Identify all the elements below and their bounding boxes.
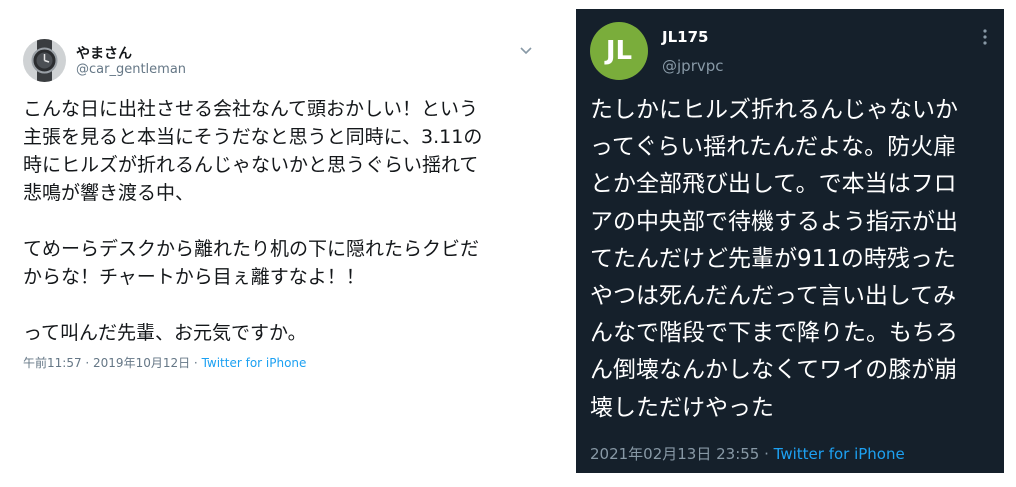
- timestamp[interactable]: 2021年02月13日 23:55 ·: [590, 445, 774, 463]
- avatar-initials: JL: [605, 36, 633, 66]
- tweet-text-line: アの中央部で待機するよう指示が出: [590, 208, 958, 235]
- user-handle[interactable]: @jprvpc: [662, 57, 724, 75]
- display-name[interactable]: やまさん: [76, 43, 132, 63]
- tweet-text-line: って叫んだ先輩、お元気ですか。: [23, 322, 307, 344]
- user-handle[interactable]: @car_gentleman: [76, 62, 186, 77]
- display-name[interactable]: JL175: [662, 28, 708, 46]
- timestamp[interactable]: 午前11:57 · 2019年10月12日 ·: [23, 356, 202, 370]
- tweet-text: たしかにヒルズ折れるんじゃないか ってぐらい揺れたんだよな。防火扉 とか全部飛び…: [590, 92, 994, 427]
- tweet-metadata: 2021年02月13日 23:55 · Twitter for iPhone: [590, 443, 905, 464]
- more-vertical-icon[interactable]: [980, 28, 990, 46]
- tweet-text-line: ん倒壊なんかしなくてワイの膝が崩: [590, 357, 958, 384]
- tweet-text-line: てめーらデスクから離れたり机の下に隠れたらクビだ: [23, 238, 480, 260]
- tweet-text-line: 壊しただけやった: [590, 394, 774, 421]
- tweet-text-line: やつは死んだんだって言い出してみ: [590, 283, 957, 310]
- source-link[interactable]: Twitter for iPhone: [774, 445, 905, 463]
- tweet-text-line: 主張を見ると本当にそうだなと思うと同時に、3.11の: [23, 126, 483, 148]
- tweet-text-line: ってぐらい揺れたんだよな。防火扉: [590, 134, 957, 161]
- tweet-text: こんな日に出社させる会社なんて頭おかしい！という 主張を見ると本当にそうだなと思…: [23, 95, 543, 347]
- watch-avatar-icon: [23, 39, 66, 82]
- tweet-text-line: 悲鳴が響き渡る中、: [23, 182, 195, 204]
- chevron-down-icon[interactable]: [518, 42, 534, 58]
- tweet-card-dark: JL JL175 @jprvpc たしかにヒルズ折れるんじゃないか ってぐらい揺…: [576, 9, 1004, 473]
- avatar[interactable]: JL: [590, 22, 648, 80]
- avatar[interactable]: [23, 39, 66, 82]
- tweet-text-line: こんな日に出社させる会社なんて頭おかしい！という: [23, 98, 479, 120]
- tweet-text-line: んなで階段で下まで降りた。もちろ: [590, 320, 958, 347]
- source-link[interactable]: Twitter for iPhone: [202, 356, 307, 370]
- tweet-metadata: 午前11:57 · 2019年10月12日 · Twitter for iPho…: [23, 354, 306, 371]
- tweet-text-line: たしかにヒルズ折れるんじゃないか: [590, 97, 958, 123]
- tweet-text-line: てたんだけど先輩が911の時残った: [590, 245, 956, 272]
- tweet-card-light: やまさん @car_gentleman こんな日に出社させる会社なんて頭おかしい…: [0, 0, 560, 487]
- tweet-text-line: からな！チャートから目ぇ離すなよ！！: [23, 266, 365, 288]
- tweet-text-line: とか全部飛び出して。で本当はフロ: [590, 171, 957, 198]
- tweet-text-line: 時にヒルズが折れるんじゃないかと思うぐらい揺れて: [23, 154, 479, 176]
